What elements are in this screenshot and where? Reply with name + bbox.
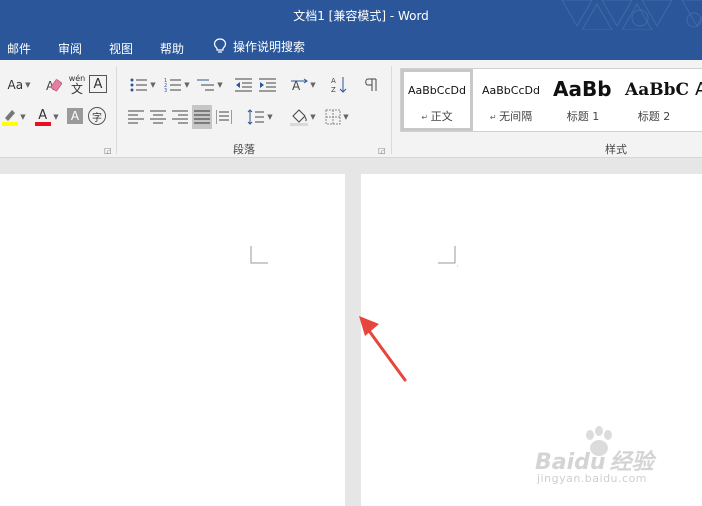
borders-button[interactable]: ▼ <box>322 107 352 127</box>
justify-icon <box>194 110 210 124</box>
margin-crop-mark <box>250 246 268 264</box>
window-title: 文档1 [兼容模式] - Word <box>293 9 429 23</box>
numbering-button[interactable]: 1 2 3 ▼ <box>162 75 192 95</box>
sort-button[interactable]: A Z <box>330 75 350 95</box>
tab-view[interactable]: 视图 <box>109 40 133 57</box>
chinese-layout-icon: A <box>291 78 309 93</box>
tell-me-box[interactable]: 操作说明搜索 <box>213 38 305 55</box>
group-separator <box>116 66 117 154</box>
align-left-icon <box>128 110 144 124</box>
style-heading-1[interactable]: AaBb 标题 1 <box>547 69 619 131</box>
increase-indent-icon <box>259 78 276 92</box>
style-heading-2[interactable]: AaBbC 标题 2 <box>619 69 689 131</box>
bullet-list-icon <box>130 78 148 92</box>
style-no-spacing[interactable]: AaBbCcDd ↵ 无间隔 <box>475 69 547 131</box>
style-normal[interactable]: AaBbCcDd ↵ 正文 <box>401 69 473 131</box>
line-spacing-button[interactable]: ▼ <box>245 107 275 127</box>
character-border-button[interactable]: A <box>89 75 107 93</box>
borders-icon <box>325 109 341 125</box>
tab-mailings[interactable]: 邮件 <box>7 40 31 57</box>
align-right-icon <box>172 110 188 124</box>
title-bar: 文档1 [兼容模式] - Word <box>0 0 702 30</box>
align-left-button[interactable] <box>127 107 145 127</box>
enclose-characters-button[interactable]: 字 <box>88 107 106 125</box>
multilevel-list-icon <box>197 79 215 91</box>
shading-button[interactable]: ▼ <box>288 107 318 127</box>
svg-text:Z: Z <box>331 86 336 94</box>
align-center-button[interactable] <box>149 107 167 127</box>
decrease-indent-icon <box>235 78 252 92</box>
font-color-swatch <box>35 122 52 126</box>
group-separator <box>391 66 392 154</box>
tab-help[interactable]: 帮助 <box>160 40 184 57</box>
paragraph-dialog-launcher[interactable]: ◲ <box>378 146 386 155</box>
decrease-indent-button[interactable] <box>234 75 254 95</box>
paragraph-mark-icon <box>365 78 377 91</box>
watermark-url: jingyan.baidu.com <box>537 472 648 485</box>
annotation-arrow <box>359 316 407 382</box>
line-spacing-icon <box>247 109 265 125</box>
lightbulb-icon <box>213 38 227 53</box>
highlight-swatch <box>2 122 19 126</box>
multilevel-list-button[interactable]: ▼ <box>195 75 225 95</box>
eraser-icon: A <box>46 79 63 93</box>
character-shading-button[interactable]: A <box>67 108 83 124</box>
styles-group-label: 样式 <box>605 143 627 156</box>
align-right-button[interactable] <box>171 107 189 127</box>
distributed-button[interactable] <box>215 107 233 127</box>
tell-me-label: 操作说明搜索 <box>233 40 306 54</box>
show-hide-marks-button[interactable] <box>364 75 380 95</box>
svg-text:A: A <box>331 77 336 85</box>
paragraph-group-label: 段落 <box>233 143 255 156</box>
ribbon: Aa ▼ A wén 文 A ▼ A ▼ A 字 ◲ ▼ 1 2 3 ▼ ▼ A… <box>0 60 702 158</box>
styles-gallery: AaBbCcDd ↵ 正文 AaBbCcDd ↵ 无间隔 AaBb 标题 1 A… <box>400 68 702 132</box>
highlight-color-button[interactable]: ▼ <box>0 107 28 127</box>
svg-text:3: 3 <box>164 88 167 93</box>
tab-review[interactable]: 审阅 <box>58 40 82 57</box>
ribbon-tabs: 邮件 审阅 视图 帮助 操作说明搜索 <box>0 30 702 60</box>
paragraph-mark: ˛ <box>456 260 459 267</box>
document-page-left[interactable] <box>0 174 345 506</box>
increase-indent-button[interactable] <box>258 75 278 95</box>
clear-formatting-button[interactable]: A <box>44 75 64 95</box>
margin-crop-mark <box>438 246 456 264</box>
font-color-button[interactable]: A ▼ <box>32 107 62 127</box>
distributed-icon <box>216 110 232 124</box>
change-case-button[interactable]: Aa ▼ <box>4 75 34 95</box>
justify-button[interactable] <box>192 105 212 129</box>
style-title-partial[interactable]: A <box>691 69 702 131</box>
chinese-layout-button[interactable]: A ▼ <box>288 75 318 95</box>
numbered-list-icon: 1 2 3 <box>164 78 182 93</box>
phonetic-guide-button[interactable]: wén 文 <box>68 73 86 97</box>
align-center-icon <box>150 110 166 124</box>
paint-bucket-icon <box>290 109 309 126</box>
bullets-button[interactable]: ▼ <box>128 75 158 95</box>
font-dialog-launcher[interactable]: ◲ <box>104 146 112 155</box>
sort-icon: A Z <box>331 77 347 94</box>
highlighter-icon <box>2 110 19 126</box>
